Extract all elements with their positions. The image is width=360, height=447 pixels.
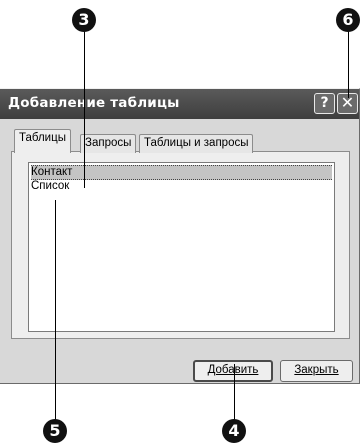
tab-tables-and-queries[interactable]: Таблицы и запросы — [139, 134, 254, 153]
callout-4: 4 — [222, 419, 246, 443]
leader-line-3 — [84, 30, 85, 188]
close-button[interactable]: Закрыть — [280, 360, 353, 382]
help-button[interactable]: ? — [314, 93, 335, 114]
figure: Добавление таблицы ? ✕ Контакт Список Та… — [0, 0, 360, 447]
tab-queries[interactable]: Запросы — [80, 134, 137, 153]
title-bar[interactable]: Добавление таблицы ? ✕ — [0, 89, 359, 119]
list-item-list[interactable]: Список — [31, 180, 69, 193]
tab-panel: Контакт Список — [11, 151, 350, 339]
table-listbox[interactable]: Контакт Список — [28, 162, 335, 332]
add-button[interactable]: Добавить — [193, 360, 273, 382]
add-table-dialog: Добавление таблицы ? ✕ Контакт Список Та… — [0, 88, 360, 384]
close-button-label: Закрыть — [294, 364, 339, 376]
callout-6: 6 — [336, 8, 360, 32]
leader-line-6 — [348, 30, 349, 98]
leader-line-5 — [55, 200, 56, 422]
question-icon: ? — [320, 95, 329, 111]
dialog-title: Добавление таблицы — [8, 95, 180, 111]
callout-3: 3 — [72, 8, 96, 32]
callout-5: 5 — [43, 419, 67, 443]
list-item-contact[interactable]: Контакт — [31, 165, 332, 180]
leader-line-4 — [234, 364, 235, 422]
add-button-label: Добавить — [207, 364, 259, 376]
tab-tables[interactable]: Таблицы — [14, 129, 71, 153]
